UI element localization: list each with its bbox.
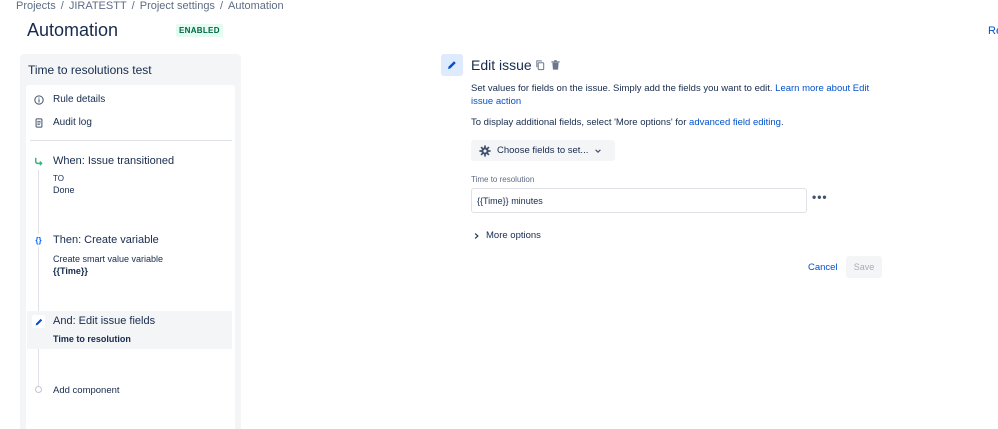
add-component-link[interactable]: Add component [53, 385, 120, 396]
more-options-toggle[interactable]: More options [473, 230, 541, 241]
rule-details-link[interactable]: Rule details [34, 94, 105, 105]
action-step-create-variable[interactable]: {} [32, 234, 45, 247]
edit-issue-header-icon [441, 54, 463, 76]
breadcrumb-projects[interactable]: Projects [16, 0, 56, 12]
more-actions-icon[interactable]: ••• [812, 190, 828, 204]
audit-log-link[interactable]: Audit log [34, 117, 92, 128]
editor-description-text: Set values for fields on the issue. Simp… [471, 83, 776, 94]
edit-issue-step-sub-value: Time to resolution [53, 334, 131, 344]
editor-description: Set values for fields on the issue. Simp… [471, 82, 871, 108]
time-to-resolution-input[interactable] [471, 188, 807, 213]
sidebar-divider [30, 140, 232, 141]
page-title: Automation [27, 20, 119, 40]
copy-icon[interactable] [535, 58, 546, 76]
trash-icon[interactable] [550, 58, 561, 76]
info-icon [34, 94, 44, 105]
cancel-button[interactable]: Cancel [804, 257, 842, 277]
pencil-icon [448, 61, 456, 69]
chevron-down-icon [595, 148, 602, 153]
chevron-right-icon [474, 232, 479, 239]
trigger-step-sub-label: TO [53, 174, 64, 183]
document-icon [35, 117, 43, 128]
transition-icon [32, 155, 45, 168]
breadcrumb-project[interactable]: JIRATESTT [69, 0, 127, 12]
more-options-label: More options [486, 230, 541, 241]
breadcrumb-automation[interactable]: Automation [228, 0, 284, 12]
advanced-editing-hint: To display additional fields, select 'Mo… [471, 117, 784, 128]
rule-details-label: Rule details [53, 94, 106, 105]
status-badge: ENABLED [176, 24, 223, 37]
create-variable-step-title[interactable]: Then: Create variable [53, 234, 159, 246]
save-button[interactable]: Save [846, 256, 882, 278]
add-component-dot [35, 386, 42, 393]
edit-issue-step-title[interactable]: And: Edit issue fields [53, 315, 155, 327]
audit-log-label: Audit log [53, 117, 92, 128]
advanced-editing-suffix: . [780, 117, 784, 128]
trigger-step[interactable] [32, 155, 45, 168]
trigger-step-sub-value: Done [53, 185, 75, 195]
timeline-line [38, 170, 39, 388]
choose-fields-label: Choose fields to set... [497, 145, 589, 156]
breadcrumb: Projects / JIRATESTT / Project settings / Auto… [16, 0, 284, 12]
time-to-resolution-label: Time to resolution [471, 175, 535, 184]
breadcrumb-project-settings[interactable]: Project settings [140, 0, 215, 12]
gear-icon [479, 144, 491, 157]
choose-fields-button[interactable]: Choose fields to set... [471, 140, 615, 161]
advanced-editing-prefix: To display additional fields, select 'Mo… [471, 117, 690, 128]
top-right-link[interactable]: Re [988, 25, 998, 37]
edit-issue-step-icon-wrap [32, 315, 45, 328]
braces-icon: {} [32, 234, 45, 247]
editor-title: Edit issue [471, 57, 532, 73]
rule-name: Time to resolutions test [28, 63, 152, 77]
trigger-step-title[interactable]: When: Issue transitioned [53, 155, 174, 167]
create-variable-step-sub-value: {{Time}} [53, 266, 88, 276]
advanced-field-editing-link[interactable]: advanced field editing [689, 117, 781, 128]
pencil-icon [32, 315, 45, 328]
create-variable-step-sub-label: Create smart value variable [53, 254, 164, 264]
